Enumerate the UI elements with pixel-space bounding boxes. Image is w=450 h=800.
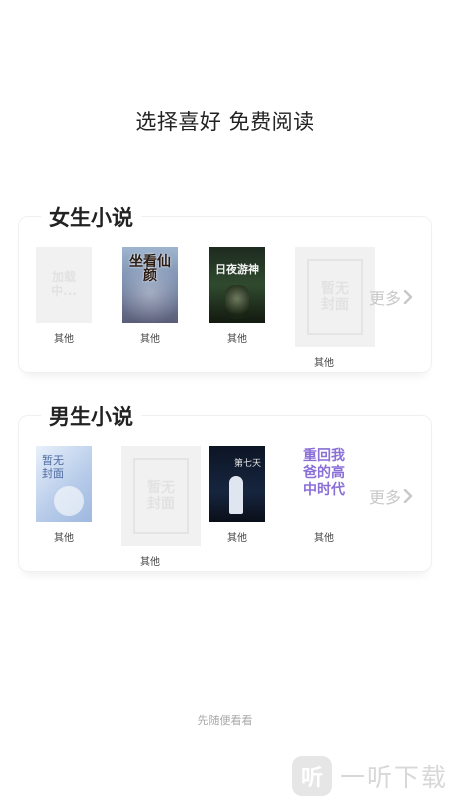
book-item[interactable]: 重回我爸的高中时代 其他	[295, 446, 353, 544]
book-cover: 暂无 封面	[36, 446, 92, 522]
book-cover-title: 重回我爸的高中时代	[303, 448, 345, 498]
book-item[interactable]: 第七天 其他	[208, 446, 266, 544]
book-cover-loading: 加载 中...	[36, 247, 92, 323]
chevron-right-icon	[403, 290, 413, 304]
section-title: 女生小说	[41, 202, 141, 232]
book-cover: 第七天	[209, 446, 265, 522]
book-item[interactable]: 暂无 封面 其他	[121, 446, 201, 568]
book-label: 其他	[314, 533, 334, 544]
more-button[interactable]: 更多	[369, 285, 413, 309]
book-label: 其他	[54, 334, 74, 345]
more-button[interactable]: 更多	[369, 484, 413, 508]
book-cover: 坐看仙颜	[122, 247, 178, 323]
book-cover-placeholder: 暂无 封面	[295, 247, 375, 347]
book-label: 其他	[314, 358, 334, 369]
browse-first-link[interactable]: 先随便看看	[0, 712, 450, 728]
book-item[interactable]: 暂无 封面 其他	[295, 247, 375, 369]
book-cover-title: 暂无 封面	[42, 454, 64, 480]
book-cover-title: 坐看仙颜	[129, 254, 171, 284]
book-label: 其他	[54, 533, 74, 544]
book-cover-title: 第七天	[233, 459, 261, 469]
book-cover-placeholder: 暂无 封面	[121, 446, 201, 546]
book-item[interactable]: 暂无 封面 其他	[35, 446, 93, 544]
section-title: 男生小说	[41, 401, 141, 431]
book-cover-title: 日夜游神	[215, 263, 259, 276]
more-label: 更多	[368, 289, 401, 308]
more-label: 更多	[368, 488, 401, 507]
book-label: 其他	[140, 557, 160, 568]
male-novel-section: 男生小说 暂无 封面 其他 暂无 封面 其他 第七天 其他 重回我爸的高中时代 …	[18, 401, 432, 572]
page-title: 选择喜好 免费阅读	[135, 110, 315, 134]
book-item[interactable]: 日夜游神 其他	[208, 247, 266, 345]
female-novel-section: 女生小说 加载 中... 其他 坐看仙颜 其他 日夜游神 其他 暂无 封面 其他…	[18, 202, 432, 373]
watermark-logo-icon: 听	[292, 756, 332, 796]
book-cover: 重回我爸的高中时代	[296, 446, 352, 522]
chevron-right-icon	[403, 489, 413, 503]
book-label: 其他	[140, 334, 160, 345]
watermark: 听 一听下载	[292, 756, 448, 796]
book-label: 其他	[227, 334, 247, 345]
book-label: 其他	[227, 533, 247, 544]
watermark-text: 一听下载	[340, 763, 449, 792]
book-item[interactable]: 坐看仙颜 其他	[121, 247, 179, 345]
book-item[interactable]: 加载 中... 其他	[35, 247, 93, 345]
book-cover: 日夜游神	[209, 247, 265, 323]
